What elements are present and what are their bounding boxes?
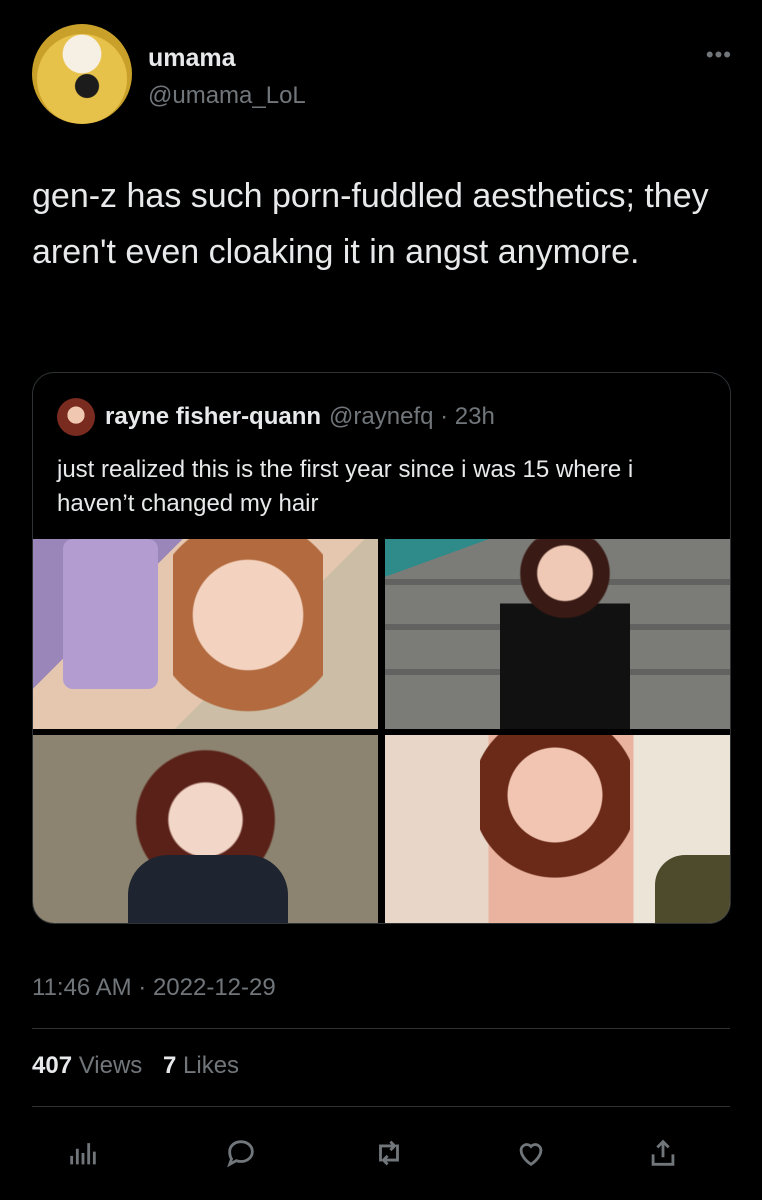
author-handle[interactable]: @umama_LoL bbox=[148, 82, 306, 110]
quoted-tweet[interactable]: rayne fisher-quann @raynefq · 23h just r… bbox=[32, 372, 731, 924]
divider bbox=[32, 1106, 730, 1107]
tweet-text: gen-z has such porn-fuddled aesthetics; … bbox=[32, 177, 709, 271]
retweet-icon[interactable] bbox=[364, 1128, 414, 1178]
views-label[interactable]: Views bbox=[79, 1052, 143, 1079]
share-icon[interactable] bbox=[638, 1128, 688, 1178]
photo-2[interactable] bbox=[385, 539, 730, 729]
likes-count[interactable]: 7 bbox=[163, 1052, 176, 1079]
quoted-author-name[interactable]: rayne fisher-quann bbox=[105, 403, 321, 431]
quoted-tweet-header: rayne fisher-quann @raynefq · 23h bbox=[57, 397, 495, 437]
action-bar bbox=[32, 1128, 730, 1178]
like-icon[interactable] bbox=[506, 1128, 556, 1178]
more-horizontal-icon[interactable]: ••• bbox=[706, 42, 732, 68]
quoted-author-avatar[interactable] bbox=[57, 398, 95, 436]
author-display-name[interactable]: umama bbox=[148, 44, 236, 73]
divider bbox=[32, 1028, 730, 1029]
media-grid bbox=[33, 539, 730, 923]
photo-4[interactable] bbox=[385, 735, 730, 923]
author-avatar[interactable] bbox=[32, 24, 132, 124]
views-count[interactable]: 407 bbox=[32, 1052, 72, 1079]
tweet-header: umama @umama_LoL ••• bbox=[32, 24, 732, 124]
quoted-tweet-text: just realized this is the first year sin… bbox=[57, 456, 634, 517]
photo-1[interactable] bbox=[33, 539, 378, 729]
tweet-timestamp[interactable]: 11:46 AM · 2022-12-29 bbox=[32, 974, 276, 1002]
quoted-author-handle-time: @raynefq · 23h bbox=[329, 403, 495, 430]
likes-label[interactable]: Likes bbox=[183, 1052, 239, 1079]
tweet-stats: 407 Views 7 Likes bbox=[32, 1052, 253, 1080]
photo-3[interactable] bbox=[33, 735, 378, 923]
reply-icon[interactable] bbox=[216, 1128, 266, 1178]
analytics-icon[interactable] bbox=[58, 1128, 108, 1178]
